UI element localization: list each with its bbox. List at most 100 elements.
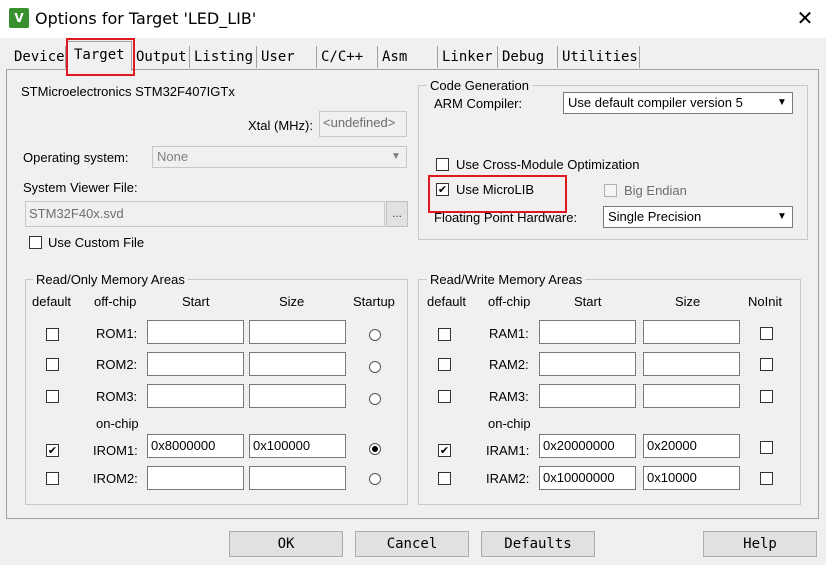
ram1-noinit-checkbox[interactable] — [760, 327, 773, 340]
tab-linker[interactable]: Linker — [438, 46, 498, 68]
help-button[interactable]: Help — [703, 531, 817, 557]
tab-c-cpp[interactable]: C/C++ — [317, 46, 378, 68]
svd-field[interactable]: STM32F40x.svd — [25, 201, 385, 227]
ram-legend: Read/Write Memory Areas — [427, 272, 586, 287]
rom2-startup-radio[interactable] — [369, 361, 381, 373]
xtal-field[interactable]: <undefined> — [319, 111, 407, 137]
irom1-start-field[interactable]: 0x8000000 — [147, 434, 244, 458]
rom1-label: ROM1: — [96, 326, 138, 341]
rom-header-offchip: off-chip — [94, 294, 137, 309]
svd-label: System Viewer File: — [23, 180, 138, 195]
rom3-default-checkbox[interactable] — [46, 390, 59, 403]
title-bar: V Options for Target 'LED_LIB' ✕ — [0, 0, 826, 38]
ram3-noinit-checkbox[interactable] — [760, 390, 773, 403]
os-value: None — [157, 149, 189, 164]
rom-header-start: Start — [182, 294, 210, 309]
iram2-size-field[interactable]: 0x10000 — [643, 466, 740, 490]
rom2-label: ROM2: — [96, 357, 138, 372]
check-icon: ✔ — [439, 444, 450, 457]
rom3-label: ROM3: — [96, 389, 138, 404]
iram2-label: IRAM2: — [486, 471, 530, 486]
ram1-start-field[interactable] — [539, 320, 636, 344]
svd-browse-button[interactable]: ... — [386, 201, 408, 227]
ram2-noinit-checkbox[interactable] — [760, 358, 773, 371]
irom2-start-field[interactable] — [147, 466, 244, 490]
fph-select[interactable]: Single Precision ▼ — [603, 206, 793, 228]
ram2-size-field[interactable] — [643, 352, 740, 376]
ok-button[interactable]: OK — [229, 531, 343, 557]
tab-listing[interactable]: Listing — [190, 46, 257, 68]
rom-legend: Read/Only Memory Areas — [33, 272, 188, 287]
rom-header-default: default — [32, 294, 72, 309]
rom-header-size: Size — [279, 294, 305, 309]
xtal-label: Xtal (MHz): — [248, 118, 313, 133]
arm-compiler-select[interactable]: Use default compiler version 5 ▼ — [563, 92, 793, 114]
iram2-default-checkbox[interactable] — [438, 472, 451, 485]
ram3-size-field[interactable] — [643, 384, 740, 408]
custom-file-checkbox[interactable] — [29, 236, 42, 249]
iram1-label: IRAM1: — [486, 443, 530, 458]
cancel-button[interactable]: Cancel — [355, 531, 469, 557]
iram2-noinit-checkbox[interactable] — [760, 472, 773, 485]
rom1-default-checkbox[interactable] — [46, 328, 59, 341]
iram2-start-field[interactable]: 0x10000000 — [539, 466, 636, 490]
irom1-startup-radio[interactable] — [369, 443, 381, 455]
fph-label: Floating Point Hardware: — [434, 210, 578, 225]
big-endian-checkbox[interactable] — [604, 184, 617, 197]
rom2-start-field[interactable] — [147, 352, 244, 376]
iram1-size-field[interactable]: 0x20000 — [643, 434, 740, 458]
ram3-start-field[interactable] — [539, 384, 636, 408]
check-icon: ✔ — [47, 444, 58, 457]
rom1-startup-radio[interactable] — [369, 329, 381, 341]
tab-output[interactable]: Output — [132, 46, 190, 68]
device-name: STMicroelectronics STM32F407IGTx — [21, 84, 235, 99]
defaults-button[interactable]: Defaults — [481, 531, 595, 557]
rom-header-startup: Startup — [353, 294, 395, 309]
ram1-label: RAM1: — [489, 326, 529, 341]
irom2-default-checkbox[interactable] — [46, 472, 59, 485]
tab-debug[interactable]: Debug — [498, 46, 558, 68]
arm-compiler-label: ARM Compiler: — [434, 96, 523, 111]
os-label: Operating system: — [23, 150, 129, 165]
rom3-start-field[interactable] — [147, 384, 244, 408]
ram-header-start: Start — [574, 294, 602, 309]
tab-device[interactable]: Device — [10, 46, 66, 68]
iram1-start-field[interactable]: 0x20000000 — [539, 434, 636, 458]
rom2-size-field[interactable] — [249, 352, 346, 376]
tab-user[interactable]: User — [257, 46, 317, 68]
iram1-default-checkbox[interactable]: ✔ — [438, 444, 451, 457]
close-icon[interactable]: ✕ — [793, 6, 817, 30]
chevron-down-icon: ▼ — [777, 97, 787, 108]
big-endian-label: Big Endian — [624, 183, 687, 198]
keil-uvision-icon: V — [9, 8, 29, 28]
rom3-size-field[interactable] — [249, 384, 346, 408]
ram3-default-checkbox[interactable] — [438, 390, 451, 403]
ram-onchip-label: on-chip — [488, 416, 531, 431]
rom-onchip-label: on-chip — [96, 416, 139, 431]
chevron-down-icon: ▼ — [391, 151, 401, 162]
irom2-label: IROM2: — [93, 471, 138, 486]
rom1-size-field[interactable] — [249, 320, 346, 344]
tab-utilities[interactable]: Utilities — [558, 46, 640, 68]
rom3-startup-radio[interactable] — [369, 393, 381, 405]
chevron-down-icon: ▼ — [777, 211, 787, 222]
ram-header-default: default — [427, 294, 467, 309]
custom-file-label: Use Custom File — [48, 235, 145, 250]
iram1-noinit-checkbox[interactable] — [760, 441, 773, 454]
irom1-default-checkbox[interactable]: ✔ — [46, 444, 59, 457]
rom1-start-field[interactable] — [147, 320, 244, 344]
irom2-size-field[interactable] — [249, 466, 346, 490]
ram-header-offchip: off-chip — [488, 294, 531, 309]
irom1-size-field[interactable]: 0x100000 — [249, 434, 346, 458]
ram2-default-checkbox[interactable] — [438, 358, 451, 371]
os-select[interactable]: None ▼ — [152, 146, 407, 168]
ram2-start-field[interactable] — [539, 352, 636, 376]
irom2-startup-radio[interactable] — [369, 473, 381, 485]
ram1-size-field[interactable] — [643, 320, 740, 344]
cross-module-label: Use Cross-Module Optimization — [456, 157, 640, 172]
ram1-default-checkbox[interactable] — [438, 328, 451, 341]
tab-asm[interactable]: Asm — [378, 46, 438, 68]
cross-module-checkbox[interactable] — [436, 158, 449, 171]
ram2-label: RAM2: — [489, 357, 529, 372]
rom2-default-checkbox[interactable] — [46, 358, 59, 371]
